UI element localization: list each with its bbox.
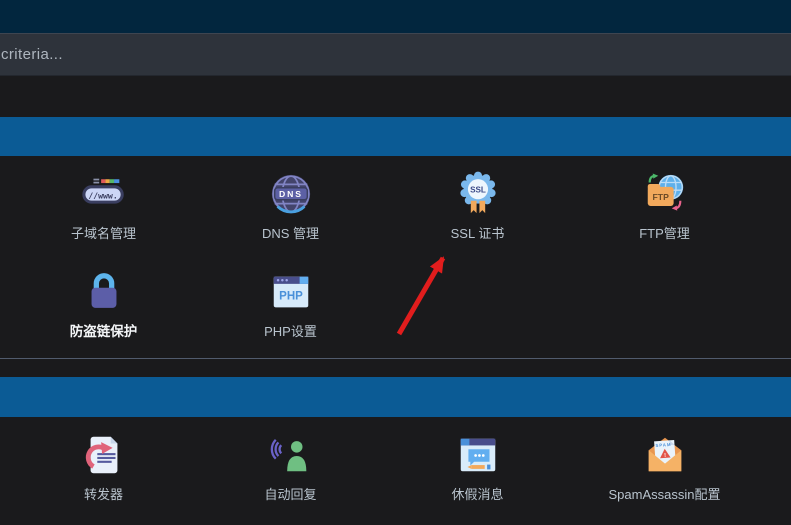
tile-label: 休假消息	[451, 487, 503, 503]
svg-text://www.: //www.	[88, 190, 117, 200]
tile-label: SSL 证书	[451, 226, 505, 242]
tile-label: PHP设置	[264, 324, 317, 340]
search-bar[interactable]: criteria...	[0, 33, 791, 76]
php-settings-icon: PHP	[268, 266, 314, 318]
tile-php[interactable]: PHP PHP设置	[197, 254, 384, 352]
tile-autoresponder[interactable]: 自动回复	[197, 417, 384, 515]
top-navbar	[0, 0, 791, 33]
forwarder-icon	[81, 429, 127, 481]
ssl-certificate-icon: SSL	[455, 168, 501, 220]
tile-forwarders[interactable]: 转发器	[10, 417, 197, 515]
tile-dns[interactable]: DNS DNS 管理	[197, 156, 384, 254]
tile-subdomains[interactable]: //www. 子域名管理	[10, 156, 197, 254]
ftp-icon: FTP	[642, 168, 688, 220]
section-header-email	[0, 377, 791, 417]
tile-label: 子域名管理	[71, 226, 136, 242]
domains-grid: //www. 子域名管理 DNS DNS 管理 SSL SSL 证书 FTP F…	[10, 156, 768, 352]
tile-label: 防盗链保护	[70, 324, 138, 340]
vacation-message-icon	[455, 429, 501, 481]
section-divider	[0, 358, 791, 359]
tile-label: FTP管理	[639, 226, 690, 242]
tile-spamassassin[interactable]: SPAM! SpamAssassin配置	[571, 417, 758, 515]
search-input[interactable]: criteria...	[0, 46, 63, 63]
dns-icon: DNS	[268, 168, 314, 220]
svg-text:DNS: DNS	[279, 189, 303, 199]
hotlink-lock-icon	[81, 266, 127, 318]
email-grid: 转发器 自动回复 休假消息 SPAM! SpamAssassin配置	[10, 417, 768, 515]
svg-text:PHP: PHP	[279, 291, 303, 303]
tile-ftp[interactable]: FTP FTP管理	[571, 156, 758, 254]
tile-hotlink[interactable]: 防盗链保护	[10, 254, 197, 352]
svg-text:SSL: SSL	[470, 185, 486, 194]
tile-ssl[interactable]: SSL SSL 证书	[384, 156, 571, 254]
svg-text:FTP: FTP	[652, 192, 669, 202]
spamassassin-icon: SPAM!	[642, 429, 688, 481]
tile-vacation[interactable]: 休假消息	[384, 417, 571, 515]
subdomain-icon: //www.	[81, 168, 127, 220]
tile-label: DNS 管理	[262, 226, 319, 242]
autoresponder-icon	[268, 429, 314, 481]
tile-label: 转发器	[84, 487, 123, 503]
section-header-domains	[0, 117, 791, 156]
tile-label: SpamAssassin配置	[609, 487, 721, 503]
tile-label: 自动回复	[264, 487, 316, 503]
